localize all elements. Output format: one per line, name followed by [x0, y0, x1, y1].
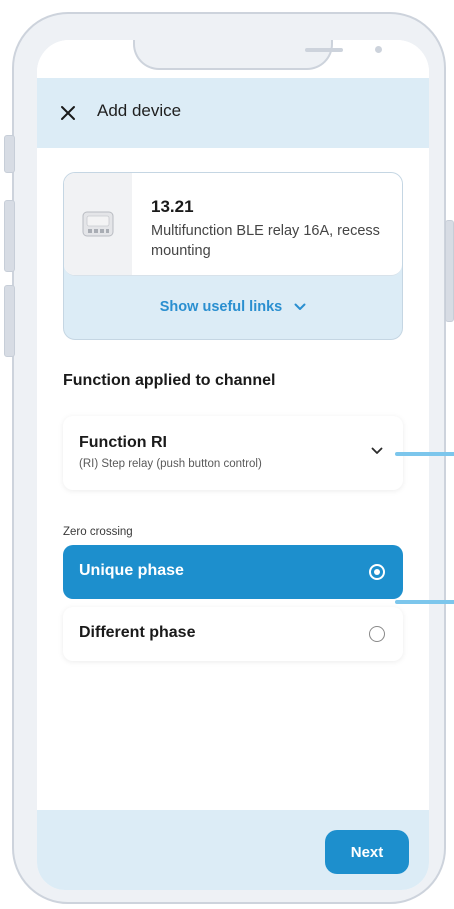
phone-side-button	[4, 135, 15, 173]
next-button[interactable]: Next	[325, 830, 409, 874]
different-phase-option[interactable]: Different phase	[63, 607, 403, 661]
relay-device-image	[82, 211, 114, 237]
app-header: Add device	[37, 78, 429, 148]
phone-power-button	[445, 220, 454, 322]
chevron-down-icon	[294, 303, 306, 311]
notch	[133, 40, 382, 70]
phone-volume-down-button	[4, 285, 15, 357]
callout-line	[395, 600, 454, 604]
close-button[interactable]	[55, 100, 81, 126]
main-content: 13.21 Multifunction BLE relay 16A, reces…	[37, 148, 429, 810]
function-name: Function RI	[79, 434, 167, 451]
callout-line	[395, 452, 454, 456]
device-thumbnail	[64, 173, 132, 275]
function-dropdown[interactable]: Function RI (RI) Step relay (push button…	[63, 416, 403, 490]
show-useful-links-label: Show useful links	[159, 299, 283, 315]
chevron-down-icon	[371, 442, 383, 460]
device-info: 13.21 Multifunction BLE relay 16A, reces…	[64, 173, 402, 276]
function-description: (RI) Step relay (push button control)	[79, 458, 262, 470]
speaker-grille	[305, 48, 343, 52]
device-card: 13.21 Multifunction BLE relay 16A, reces…	[63, 172, 403, 340]
device-description: Multifunction BLE relay 16A, recess moun…	[151, 223, 380, 259]
unique-phase-option[interactable]: Unique phase	[63, 545, 403, 599]
status-bar	[37, 40, 429, 78]
close-icon	[61, 106, 75, 120]
footer-bar: Next	[37, 810, 429, 890]
camera-dot	[375, 46, 382, 53]
show-useful-links-button[interactable]: Show useful links	[64, 275, 402, 339]
zero-crossing-label: Zero crossing	[63, 526, 133, 538]
radio-selected-icon[interactable]	[369, 564, 385, 580]
option-label: Different phase	[79, 624, 196, 641]
page-title: Add device	[97, 101, 182, 120]
phone-volume-up-button	[4, 200, 15, 272]
section-title: Function applied to channel	[63, 372, 276, 389]
radio-unselected-icon[interactable]	[369, 626, 385, 642]
option-label: Unique phase	[79, 562, 184, 579]
device-model: 13.21	[151, 197, 194, 216]
app-screen: Add device 13.21 Multifunction BLE relay…	[37, 40, 429, 890]
